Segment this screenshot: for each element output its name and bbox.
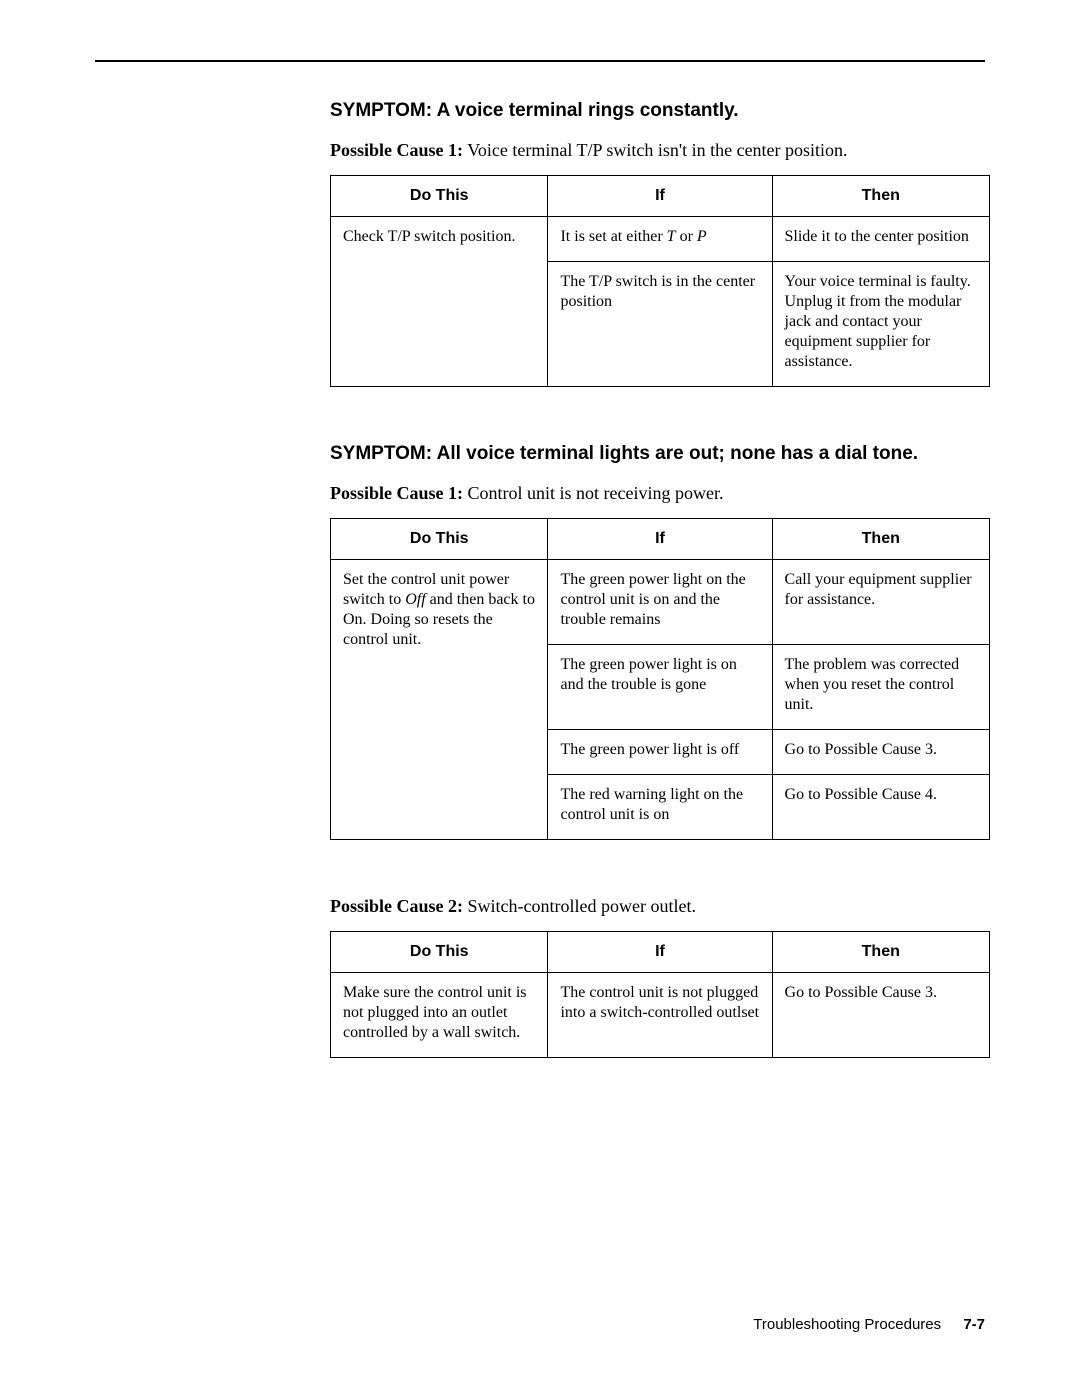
symptom2-cause1-text: Control unit is not receiving power. — [463, 483, 723, 503]
italic-P: P — [697, 228, 707, 245]
cell-then: Slide it to the center position — [772, 217, 989, 262]
cell-then: Go to Possible Cause 4. — [772, 775, 989, 840]
cell-do: Make sure the control unit is not plugge… — [331, 973, 548, 1058]
table-row: Check T/P switch position. It is set at … — [331, 217, 990, 262]
symptom2-cause1-label: Possible Cause 1: — [330, 483, 463, 503]
cell-if: The green power light on the control uni… — [548, 560, 772, 645]
symptom1-heading: SYMPTOM: A voice terminal rings constant… — [330, 100, 990, 122]
symptom1-cause1-text: Voice terminal T/P switch isn't in the c… — [463, 140, 848, 160]
symptom2-table1: Do This If Then Set the control unit pow… — [330, 518, 990, 840]
page: SYMPTOM: A voice terminal rings constant… — [0, 0, 1080, 1393]
content-area: SYMPTOM: A voice terminal rings constant… — [330, 100, 990, 1058]
italic-off: Off — [405, 591, 425, 608]
header-do: Do This — [331, 176, 548, 217]
header-then: Then — [772, 932, 989, 973]
top-horizontal-rule — [95, 60, 985, 62]
cell-then: Go to Possible Cause 3. — [772, 973, 989, 1058]
symptom1-cause1-label: Possible Cause 1: — [330, 140, 463, 160]
symptom1-cause1: Possible Cause 1: Voice terminal T/P swi… — [330, 140, 990, 161]
table-header-row: Do This If Then — [331, 519, 990, 560]
footer-label: Troubleshooting Procedures — [753, 1316, 941, 1333]
symptom2-table2: Do This If Then Make sure the control un… — [330, 931, 990, 1058]
header-if: If — [548, 932, 772, 973]
table-header-row: Do This If Then — [331, 932, 990, 973]
italic-T: T — [667, 228, 676, 245]
text: or — [676, 228, 697, 245]
cell-then: Call your equipment supplier for assista… — [772, 560, 989, 645]
cell-if: The control unit is not plugged into a s… — [548, 973, 772, 1058]
symptom1-table: Do This If Then Check T/P switch positio… — [330, 175, 990, 387]
cell-do: Set the control unit power switch to Off… — [331, 560, 548, 840]
table-header-row: Do This If Then — [331, 176, 990, 217]
symptom2-cause1: Possible Cause 1: Control unit is not re… — [330, 483, 990, 504]
cell-do: Check T/P switch position. — [331, 217, 548, 387]
cell-if: The green power light is on and the trou… — [548, 645, 772, 730]
text: It is set at either — [560, 228, 666, 245]
header-if: If — [548, 176, 772, 217]
symptom2-heading: SYMPTOM: All voice terminal lights are o… — [330, 443, 990, 465]
page-footer: Troubleshooting Procedures 7-7 — [753, 1316, 985, 1333]
cell-then: Go to Possible Cause 3. — [772, 730, 989, 775]
cell-if: It is set at either T or P — [548, 217, 772, 262]
table-row: Set the control unit power switch to Off… — [331, 560, 990, 645]
cell-if: The T/P switch is in the center position — [548, 262, 772, 387]
header-then: Then — [772, 519, 989, 560]
symptom2-cause2-label: Possible Cause 2: — [330, 896, 463, 916]
footer-page-number: 7-7 — [963, 1316, 985, 1333]
symptom2-cause2-text: Switch-controlled power outlet. — [463, 896, 696, 916]
header-then: Then — [772, 176, 989, 217]
symptom2-cause2: Possible Cause 2: Switch-controlled powe… — [330, 896, 990, 917]
table-row: Make sure the control unit is not plugge… — [331, 973, 990, 1058]
cell-then: Your voice terminal is faulty. Unplug it… — [772, 262, 989, 387]
cell-if: The green power light is off — [548, 730, 772, 775]
cell-then: The problem was corrected when you reset… — [772, 645, 989, 730]
header-do: Do This — [331, 519, 548, 560]
header-if: If — [548, 519, 772, 560]
header-do: Do This — [331, 932, 548, 973]
cell-if: The red warning light on the control uni… — [548, 775, 772, 840]
